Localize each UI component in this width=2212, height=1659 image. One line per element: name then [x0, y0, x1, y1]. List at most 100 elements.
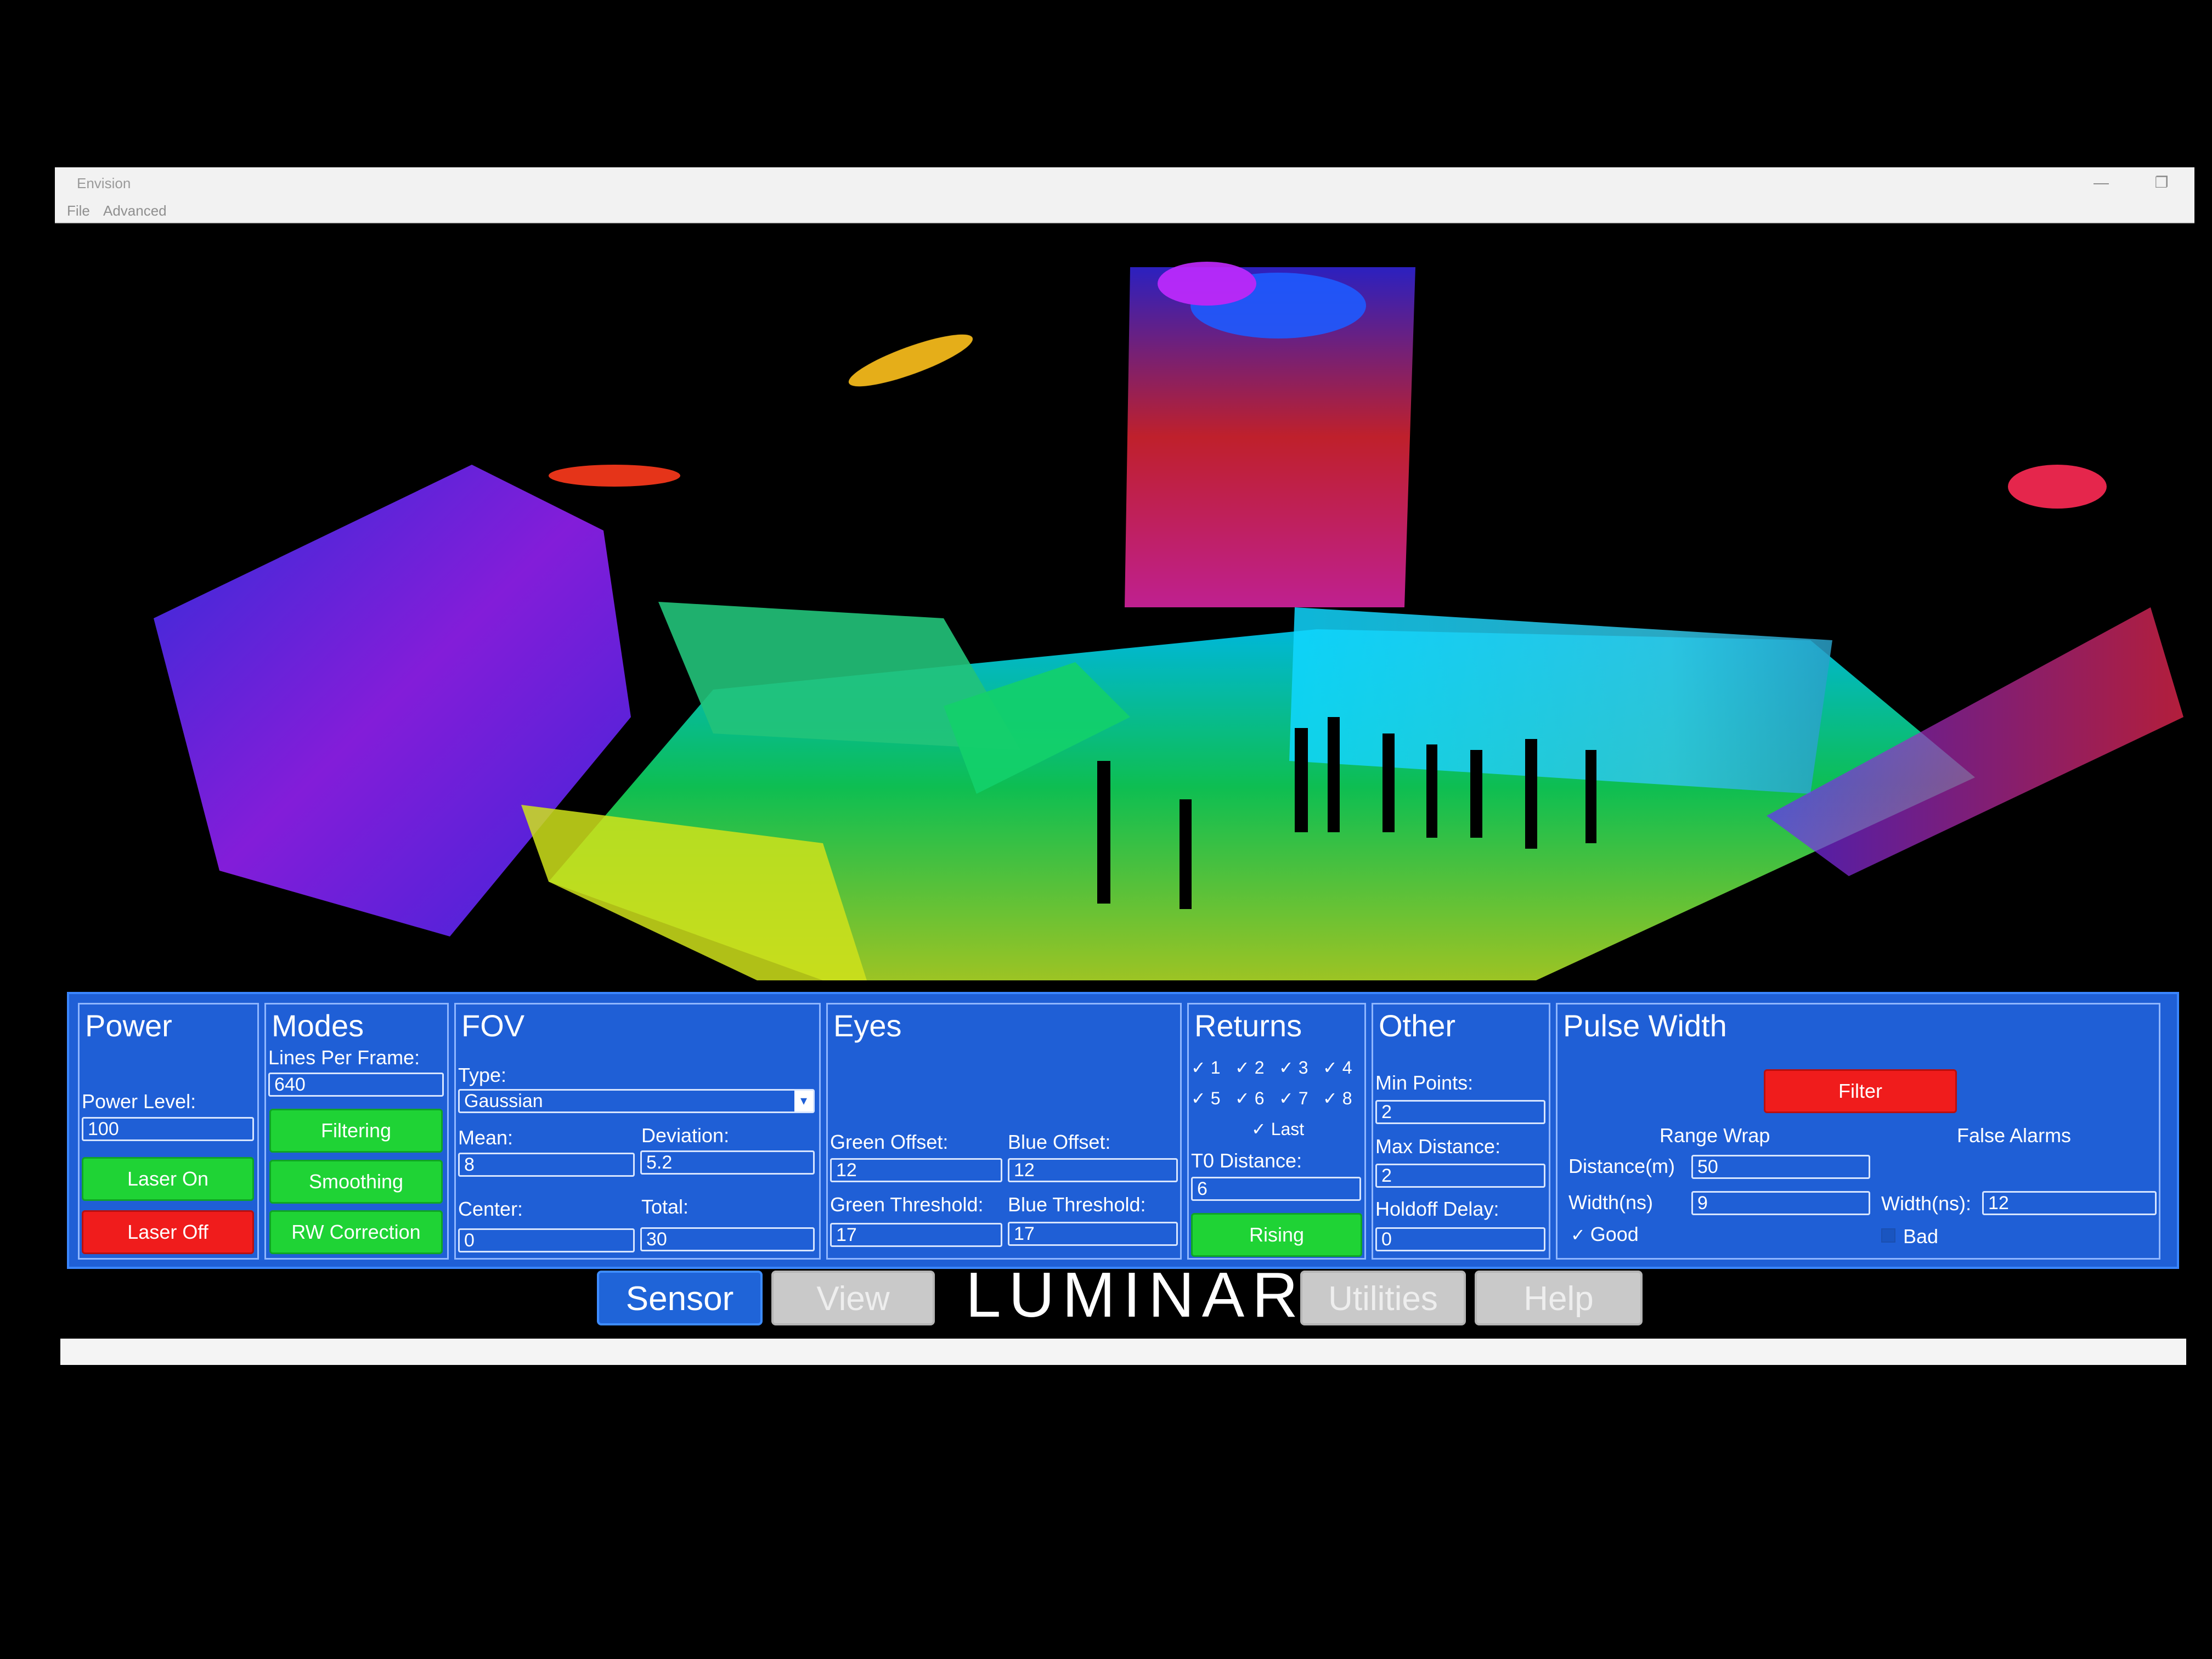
return-2-checkbox[interactable]: ✓ 2 — [1235, 1057, 1265, 1078]
modes-group: Modes Lines Per Frame: 640 Filtering Smo… — [264, 1003, 449, 1260]
check-icon: ✓ — [1323, 1058, 1338, 1077]
min-points-label: Min Points: — [1375, 1071, 1474, 1094]
fov-title: FOV — [461, 1008, 525, 1043]
max-distance-input[interactable]: 2 — [1375, 1164, 1545, 1188]
rw-correction-button[interactable]: RW Correction — [269, 1210, 443, 1254]
total-input[interactable]: 30 — [640, 1227, 815, 1251]
menu-advanced[interactable]: Advanced — [103, 202, 167, 219]
green-offset-label: Green Offset: — [830, 1131, 949, 1153]
eyes-title: Eyes — [833, 1008, 902, 1043]
check-icon: ✓ — [1279, 1088, 1294, 1108]
filtering-button[interactable]: Filtering — [269, 1109, 443, 1153]
mean-label: Mean: — [458, 1126, 514, 1149]
power-level-input[interactable]: 100 — [82, 1117, 254, 1141]
returns-title: Returns — [1194, 1008, 1302, 1043]
green-offset-input[interactable]: 12 — [830, 1158, 1002, 1182]
t0-distance-input[interactable]: 6 — [1191, 1177, 1361, 1201]
return-8-checkbox[interactable]: ✓ 8 — [1323, 1088, 1352, 1109]
menu-file[interactable]: File — [67, 202, 90, 219]
fov-type-label: Type: — [458, 1064, 507, 1086]
return-4-label: 4 — [1342, 1058, 1352, 1077]
green-threshold-input[interactable]: 17 — [830, 1223, 1002, 1247]
center-label: Center: — [458, 1198, 523, 1220]
bad-label: Bad — [1903, 1225, 1939, 1248]
return-6-label: 6 — [1254, 1088, 1265, 1108]
chevron-down-icon[interactable]: ▾ — [794, 1091, 813, 1111]
pulse-width-group: Pulse Width Filter Range Wrap False Alar… — [1556, 1003, 2160, 1260]
return-1-label: 1 — [1210, 1058, 1221, 1077]
nav-utilities-button[interactable]: Utilities — [1300, 1271, 1466, 1325]
deviation-label: Deviation: — [641, 1124, 730, 1147]
luminar-logo: LUMINAR — [966, 1262, 1306, 1328]
nav-help-button[interactable]: Help — [1475, 1271, 1643, 1325]
window-titlebar: Envision — ❐ ✕ — [55, 167, 2212, 201]
other-title: Other — [1379, 1008, 1456, 1043]
modes-title: Modes — [272, 1008, 364, 1043]
eyes-group: Eyes Green Offset: Blue Offset: 12 12 Gr… — [826, 1003, 1182, 1260]
return-8-label: 8 — [1342, 1088, 1352, 1108]
point-cloud-render — [154, 262, 2183, 980]
power-level-label: Power Level: — [82, 1090, 196, 1113]
good-checkbox[interactable]: ✓ Good — [1571, 1223, 1639, 1246]
fov-type-select[interactable]: Gaussian ▾ — [458, 1089, 815, 1113]
false-alarms-label: False Alarms — [1957, 1124, 2072, 1147]
deviation-input[interactable]: 5.2 — [640, 1150, 815, 1175]
laser-on-button[interactable]: Laser On — [82, 1157, 254, 1201]
return-5-label: 5 — [1210, 1088, 1221, 1108]
blue-offset-input[interactable]: 12 — [1008, 1158, 1178, 1182]
return-5-checkbox[interactable]: ✓ 5 — [1191, 1088, 1221, 1109]
max-distance-label: Max Distance: — [1375, 1135, 1501, 1158]
false-alarms-width-input[interactable]: 12 — [1982, 1191, 2157, 1215]
return-7-checkbox[interactable]: ✓ 7 — [1279, 1088, 1308, 1109]
pulse-width-title: Pulse Width — [1563, 1008, 1727, 1043]
blue-offset-label: Blue Offset: — [1008, 1131, 1111, 1153]
return-2-label: 2 — [1254, 1058, 1265, 1077]
bad-checkbox[interactable] — [1881, 1228, 1895, 1243]
width-input[interactable]: 9 — [1691, 1191, 1870, 1215]
width-label: Width(ns) — [1568, 1191, 1654, 1214]
restore-icon[interactable]: ❐ — [2145, 172, 2178, 194]
nav-sensor-button[interactable]: Sensor — [597, 1271, 763, 1325]
t0-distance-label: T0 Distance: — [1191, 1149, 1302, 1172]
lines-per-frame-label: Lines Per Frame: — [268, 1046, 420, 1069]
lines-per-frame-input[interactable]: 640 — [268, 1073, 444, 1097]
fov-group: FOV Type: Gaussian ▾ Mean: Deviation: 8 … — [454, 1003, 821, 1260]
returns-group: Returns ✓ 1 ✓ 2 ✓ 3 ✓ 4 ✓ 5 ✓ 6 ✓ 7 ✓ 8 … — [1187, 1003, 1366, 1260]
point-cloud-viewport[interactable] — [55, 223, 2194, 991]
nav-view-button[interactable]: View — [771, 1271, 935, 1325]
holdoff-delay-label: Holdoff Delay: — [1375, 1198, 1499, 1220]
power-title: Power — [85, 1008, 172, 1043]
filter-button[interactable]: Filter — [1764, 1069, 1957, 1113]
close-icon[interactable]: ✕ — [2200, 172, 2212, 194]
check-icon: ✓ — [1323, 1088, 1338, 1108]
return-1-checkbox[interactable]: ✓ 1 — [1191, 1057, 1221, 1078]
return-6-checkbox[interactable]: ✓ 6 — [1235, 1088, 1265, 1109]
power-group: Power Power Level: 100 Laser On Laser Of… — [78, 1003, 259, 1260]
return-last-label: Last — [1271, 1119, 1305, 1139]
other-group: Other Min Points: 2 Max Distance: 2 Hold… — [1372, 1003, 1550, 1260]
mean-input[interactable]: 8 — [458, 1153, 635, 1177]
smoothing-button[interactable]: Smoothing — [269, 1160, 443, 1204]
distance-label: Distance(m) — [1568, 1155, 1675, 1177]
distance-input[interactable]: 50 — [1691, 1155, 1870, 1179]
sensor-control-panel: Power Power Level: 100 Laser On Laser Of… — [67, 992, 2179, 1269]
holdoff-delay-input[interactable]: 0 — [1375, 1227, 1545, 1251]
return-3-checkbox[interactable]: ✓ 3 — [1279, 1057, 1308, 1078]
laser-off-button[interactable]: Laser Off — [82, 1210, 254, 1254]
green-threshold-label: Green Threshold: — [830, 1193, 984, 1216]
menu-bar: File Advanced — [55, 200, 2194, 223]
total-label: Total: — [641, 1195, 689, 1218]
return-last-checkbox[interactable]: ✓ Last — [1251, 1119, 1304, 1139]
check-icon: ✓ — [1191, 1088, 1206, 1108]
range-wrap-label: Range Wrap — [1660, 1124, 1770, 1147]
return-4-checkbox[interactable]: ✓ 4 — [1323, 1057, 1352, 1078]
rising-button[interactable]: Rising — [1191, 1213, 1362, 1257]
min-points-input[interactable]: 2 — [1375, 1100, 1545, 1124]
check-icon: ✓ — [1191, 1058, 1206, 1077]
minimize-icon[interactable]: — — [2085, 172, 2118, 194]
check-icon: ✓ — [1251, 1119, 1266, 1139]
logo-text: LUMINAR — [966, 1259, 1306, 1330]
blue-threshold-input[interactable]: 17 — [1008, 1222, 1178, 1246]
return-7-label: 7 — [1298, 1088, 1308, 1108]
center-input[interactable]: 0 — [458, 1228, 635, 1252]
